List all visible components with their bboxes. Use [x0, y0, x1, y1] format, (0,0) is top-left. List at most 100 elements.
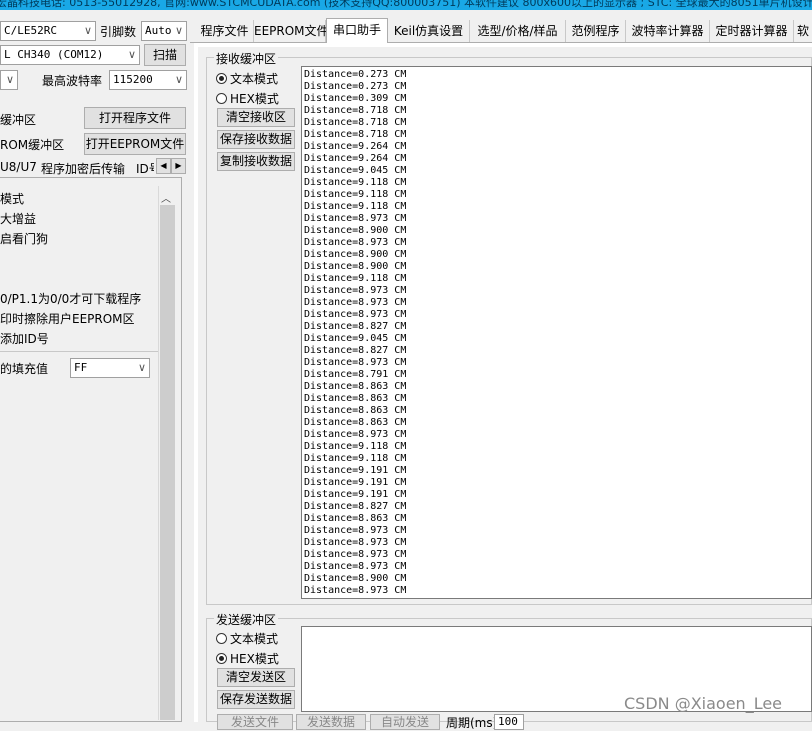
- tab-baud-calculator[interactable]: 波特率计算器: [626, 20, 710, 42]
- tab-selection-price[interactable]: 选型/价格/样品: [470, 20, 566, 42]
- auto-send-button[interactable]: 自动发送: [370, 714, 440, 730]
- receive-line: Distance=8.973 CM: [304, 429, 407, 440]
- receive-line: Distance=8.863 CM: [304, 405, 407, 416]
- tab-example-programs[interactable]: 范例程序: [566, 20, 626, 42]
- receive-group-title: 接收缓冲区: [214, 50, 279, 67]
- receive-line: Distance=8.973 CM: [304, 525, 407, 536]
- receive-line: Distance=0.309 CM: [304, 93, 407, 104]
- receive-line: Distance=8.900 CM: [304, 573, 407, 584]
- send-text-mode-radio[interactable]: 文本模式: [216, 630, 278, 647]
- receive-line: Distance=8.900 CM: [304, 249, 407, 260]
- fill-value-select[interactable]: FF ∨: [70, 358, 150, 378]
- send-group-title: 发送缓冲区: [214, 611, 279, 628]
- receive-line: Distance=9.264 CM: [304, 141, 407, 152]
- tab-eeprom-file[interactable]: EEPROM文件: [254, 20, 329, 42]
- tab-timer-calculator[interactable]: 定时器计算器: [710, 20, 794, 42]
- scroll-up-icon[interactable]: ︿: [161, 190, 171, 205]
- receive-line: Distance=8.973 CM: [304, 357, 407, 368]
- receive-line: Distance=8.973 CM: [304, 561, 407, 572]
- max-baud-label: 最高波特率: [42, 74, 103, 88]
- chevron-down-icon: ∨: [174, 73, 183, 86]
- tab-software[interactable]: 软: [794, 20, 812, 42]
- subtab-u8u7[interactable]: U8/U7: [0, 160, 37, 174]
- radio-unchecked-icon: [216, 93, 227, 104]
- receive-line: Distance=8.718 CM: [304, 129, 407, 140]
- save-receive-button[interactable]: 保存接收数据: [217, 130, 295, 149]
- receive-line: Distance=9.191 CM: [304, 477, 407, 488]
- options-scroll-thumb[interactable]: [160, 205, 175, 720]
- min-baud-select[interactable]: ∨: [0, 70, 18, 90]
- save-send-button[interactable]: 保存发送数据: [217, 690, 295, 709]
- receive-line: Distance=8.827 CM: [304, 345, 407, 356]
- subtab-id[interactable]: ID号: [136, 160, 154, 177]
- pin-count-label: 引脚数: [100, 25, 137, 39]
- max-baud-select[interactable]: 115200 ∨: [109, 70, 187, 90]
- receive-line: Distance=8.827 CM: [304, 321, 407, 332]
- send-hex-mode-radio[interactable]: HEX模式: [216, 650, 279, 667]
- receive-line: Distance=9.118 CM: [304, 453, 407, 464]
- tab-serial-assistant[interactable]: 串口助手: [326, 18, 388, 43]
- receive-line: Distance=8.973 CM: [304, 297, 407, 308]
- receive-line: Distance=8.900 CM: [304, 261, 407, 272]
- receive-line: Distance=8.827 CM: [304, 501, 407, 512]
- mcu-type-select[interactable]: C/LE52RC ∨: [0, 21, 96, 41]
- receive-hex-mode-radio[interactable]: HEX模式: [216, 90, 279, 107]
- tab-scroll-right-icon[interactable]: ▶: [171, 158, 186, 174]
- scan-button[interactable]: 扫描: [144, 44, 186, 66]
- receive-line: Distance=9.118 CM: [304, 441, 407, 452]
- receive-line: Distance=9.118 CM: [304, 273, 407, 284]
- chevron-down-icon: ∨: [83, 24, 92, 37]
- receive-lines: Distance=0.273 CM Distance=0.273 CM Distan…: [304, 69, 406, 597]
- receive-line: Distance=8.718 CM: [304, 105, 407, 116]
- option-p1-download[interactable]: 0/P1.1为0/0才可下载程序: [0, 290, 141, 307]
- receive-line: Distance=8.900 CM: [304, 225, 407, 236]
- receive-line: Distance=8.973 CM: [304, 285, 407, 296]
- clear-receive-button[interactable]: 清空接收区: [217, 108, 295, 127]
- marquee-text: 宏晶科技电话: 0513-55012928, 官网:www.STCMCUDATA…: [0, 0, 812, 9]
- program-buffer-label: 缓冲区: [0, 113, 37, 127]
- tab-scroll-left-icon[interactable]: ◀: [156, 158, 171, 174]
- receive-line: Distance=0.273 CM: [304, 69, 407, 80]
- tab-program-file[interactable]: 程序文件: [196, 20, 254, 42]
- option-add-id[interactable]: 添加ID号: [0, 330, 49, 347]
- chevron-down-icon: ∨: [174, 24, 183, 37]
- receive-line: Distance=9.045 CM: [304, 333, 407, 344]
- options-panel: [0, 177, 182, 722]
- receive-textarea[interactable]: Distance=0.273 CM Distance=0.273 CM Distan…: [301, 66, 812, 599]
- receive-line: Distance=8.863 CM: [304, 513, 407, 524]
- open-program-file-button[interactable]: 打开程序文件: [84, 107, 186, 129]
- clear-send-button[interactable]: 清空发送区: [217, 668, 295, 687]
- chevron-down-icon: ∨: [137, 361, 146, 374]
- radio-unchecked-icon: [216, 633, 227, 644]
- receive-line: Distance=8.718 CM: [304, 117, 407, 128]
- receive-line: Distance=8.863 CM: [304, 417, 407, 428]
- receive-line: Distance=9.264 CM: [304, 153, 407, 164]
- receive-line: Distance=9.045 CM: [304, 165, 407, 176]
- tab-keil-settings[interactable]: Keil仿真设置: [388, 20, 470, 42]
- period-label: 周期(ms): [446, 716, 498, 730]
- receive-line: Distance=8.973 CM: [304, 585, 407, 596]
- receive-line: Distance=9.118 CM: [304, 201, 407, 212]
- radio-checked-icon: [216, 73, 227, 84]
- option-mode[interactable]: 模式: [0, 190, 24, 207]
- option-high-gain[interactable]: 大增益: [0, 210, 36, 227]
- receive-line: Distance=9.191 CM: [304, 489, 407, 500]
- send-file-button[interactable]: 发送文件: [217, 714, 293, 730]
- receive-line: Distance=8.973 CM: [304, 213, 407, 224]
- receive-line: Distance=0.273 CM: [304, 81, 407, 92]
- com-port-select[interactable]: L CH340 (COM12) ∨: [0, 45, 140, 65]
- copy-receive-button[interactable]: 复制接收数据: [217, 152, 295, 171]
- chevron-down-icon: ∨: [127, 48, 136, 61]
- open-eeprom-file-button[interactable]: 打开EEPROM文件: [84, 133, 186, 155]
- send-data-button[interactable]: 发送数据: [296, 714, 366, 730]
- eeprom-buffer-label: ROM缓冲区: [0, 138, 65, 152]
- pin-count-select[interactable]: Auto ∨: [141, 21, 187, 41]
- option-watchdog[interactable]: 启看门狗: [0, 230, 48, 247]
- receive-line: Distance=8.973 CM: [304, 549, 407, 560]
- subtab-encrypted-transfer[interactable]: 程序加密后传输: [41, 160, 125, 177]
- option-erase-eeprom[interactable]: 印时擦除用户EEPROM区: [0, 310, 135, 327]
- receive-line: Distance=9.118 CM: [304, 177, 407, 188]
- receive-text-mode-radio[interactable]: 文本模式: [216, 70, 278, 87]
- receive-line: Distance=8.863 CM: [304, 381, 407, 392]
- period-input[interactable]: 100: [494, 714, 524, 730]
